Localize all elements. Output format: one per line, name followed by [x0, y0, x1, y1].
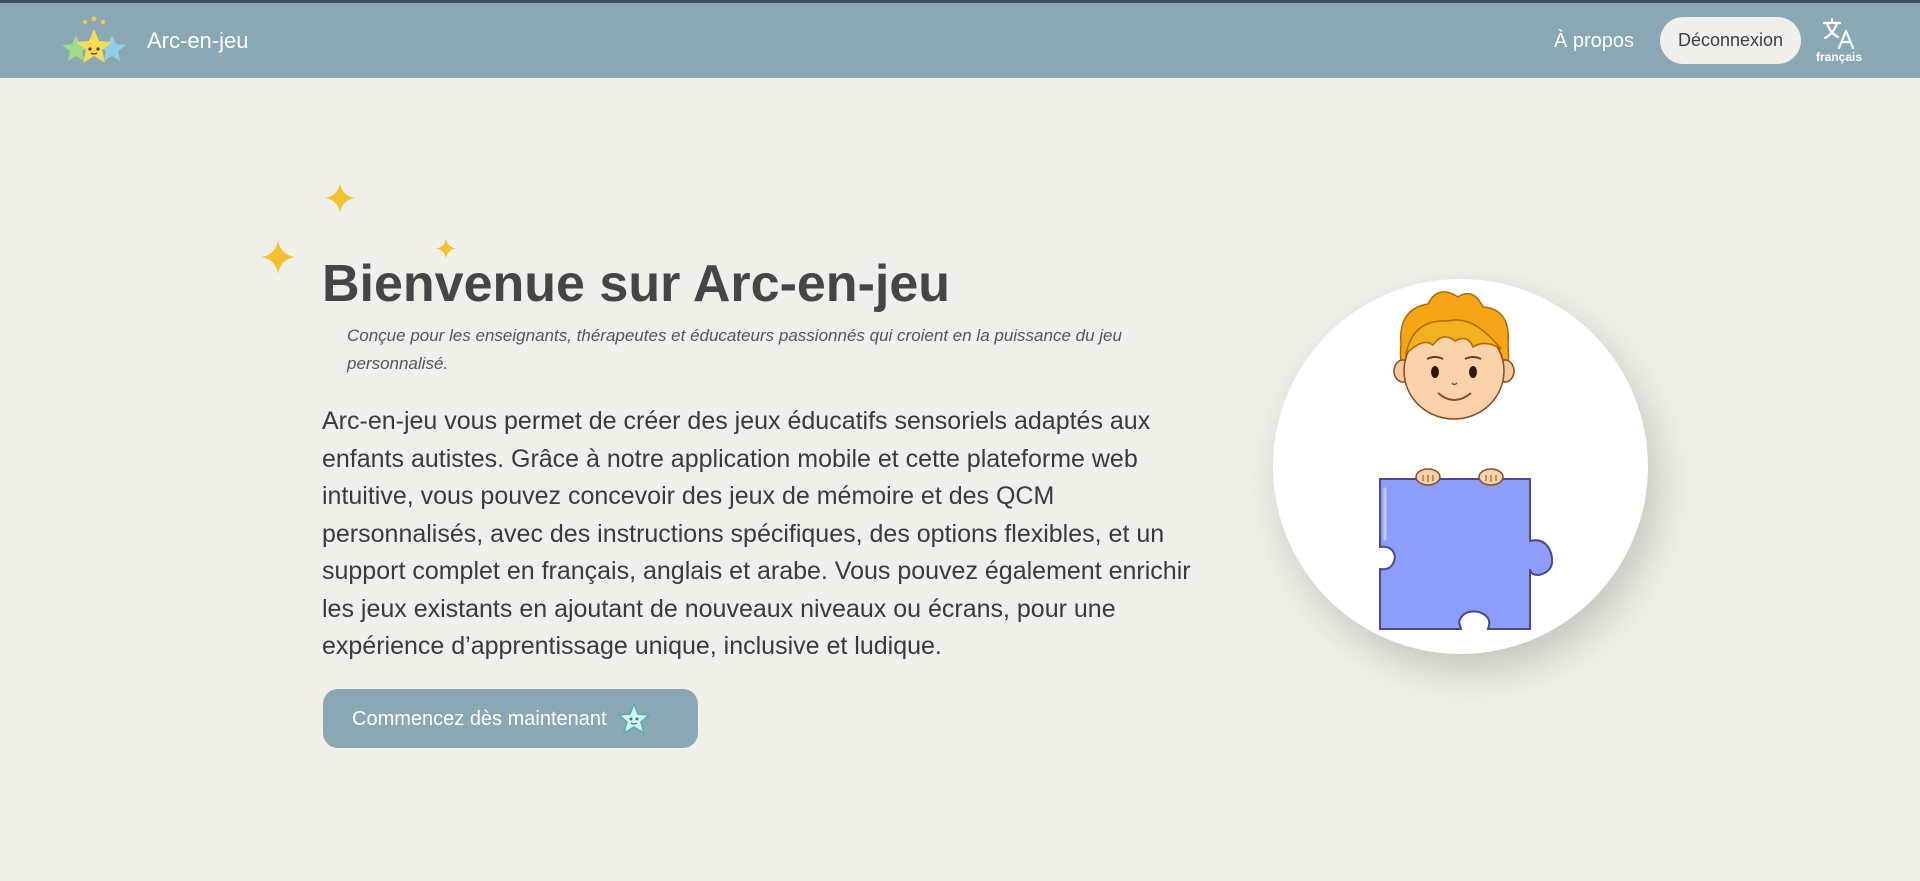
page-title: Bienvenue sur Arc-en-jeu	[322, 255, 951, 313]
logout-button[interactable]: Déconnexion	[1660, 17, 1801, 64]
language-selector[interactable]: français	[1812, 17, 1866, 69]
hero-subtitle: Conçue pour les enseignants, thérapeutes…	[347, 326, 1122, 373]
sparkle-icon	[261, 240, 295, 274]
translate-icon	[1822, 17, 1855, 49]
hero-description: Arc-en-jeu vous permet de créer des jeux…	[322, 407, 1191, 660]
language-label: français	[1815, 50, 1863, 64]
logo-icon[interactable]	[62, 13, 126, 69]
navbar: Arc-en-jeu À propos Déconnexion français	[0, 3, 1920, 78]
star-icon	[617, 702, 651, 735]
boy-puzzle-illustration	[1379, 291, 1554, 630]
about-link[interactable]: À propos	[1554, 30, 1634, 53]
brand-name[interactable]: Arc-en-jeu	[147, 28, 248, 54]
hero-illustration	[1273, 279, 1648, 654]
get-started-button[interactable]: Commencez dès maintenant	[323, 689, 698, 748]
sparkle-icon	[325, 183, 355, 213]
get-started-label: Commencez dès maintenant	[352, 708, 607, 730]
